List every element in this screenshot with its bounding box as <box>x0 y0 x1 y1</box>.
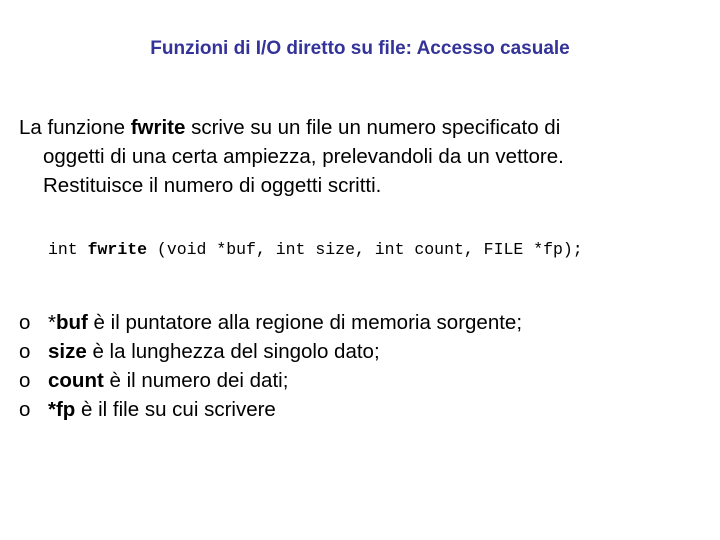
bullet-icon: o <box>19 340 31 363</box>
param-description: è il file su cui scrivere <box>75 398 276 421</box>
list-item: o size è la lunghezza del singolo dato; <box>19 337 522 366</box>
description-paragraph: La funzione fwrite scrive su un file un … <box>19 113 699 200</box>
param-description: è la lunghezza del singolo dato; <box>86 340 380 363</box>
param-name: *fp <box>48 398 76 421</box>
list-item: o *fp è il file su cui scrivere <box>19 395 522 424</box>
slide-title: Funzioni di I/O diretto su file: Accesso… <box>150 38 570 59</box>
parameter-list: o *buf è il puntatore alla regione di mem… <box>19 308 522 424</box>
code-text: (void *buf, int size, int count, FILE *f… <box>147 240 583 259</box>
list-item: o *buf è il puntatore alla regione di mem… <box>19 308 522 337</box>
paragraph-line-2: oggetti di una certa ampiezza, prelevand… <box>43 145 564 168</box>
bullet-icon: o <box>19 369 31 392</box>
paragraph-line-1: La funzione fwrite scrive su un file un … <box>19 113 699 142</box>
code-function-name: fwrite <box>87 240 148 259</box>
code-text: int <box>48 240 88 259</box>
bullet-icon: o <box>19 398 31 421</box>
bullet-icon: o <box>19 311 31 334</box>
paragraph-text: scrive su un file un numero specificato … <box>185 116 561 139</box>
param-name: buf <box>55 311 88 334</box>
param-name: count <box>48 369 104 392</box>
param-description: è il puntatore alla regione di memoria s… <box>87 311 523 334</box>
list-item: o count è il numero dei dati; <box>19 366 522 395</box>
function-name: fwrite <box>130 116 186 139</box>
param-prefix: * <box>48 311 56 334</box>
param-description: è il numero dei dati; <box>103 369 289 392</box>
function-signature: int fwrite (void *buf, int size, int cou… <box>48 240 583 259</box>
paragraph-line-3: Restituisce il numero di oggetti scritti… <box>43 174 382 197</box>
paragraph-text: La funzione <box>19 116 131 139</box>
param-name: size <box>48 340 87 363</box>
